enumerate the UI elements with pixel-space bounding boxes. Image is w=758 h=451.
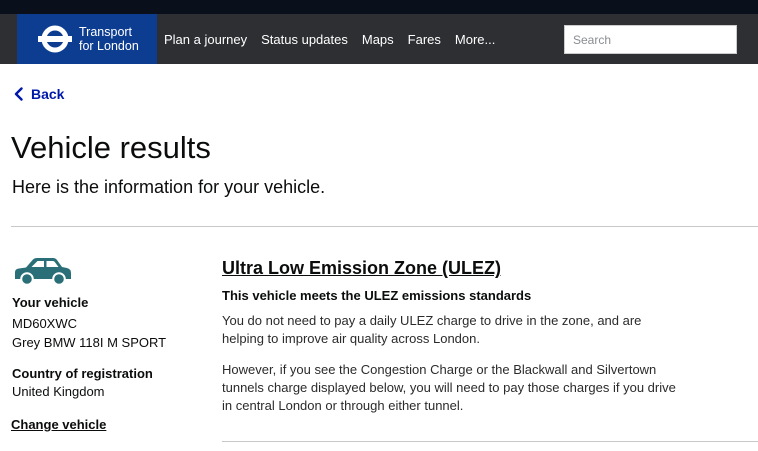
tfl-roundel-icon: [38, 25, 72, 53]
your-vehicle-heading: Your vehicle: [12, 295, 89, 310]
back-label: Back: [31, 86, 65, 102]
page-subtitle: Here is the information for your vehicle…: [12, 177, 326, 197]
page-title: Vehicle results: [11, 130, 211, 165]
brand-line-2: for London: [79, 39, 139, 53]
chevron-left-icon: [14, 87, 23, 101]
main-nav: Plan a journey Status updates Maps Fares…: [164, 14, 509, 64]
country-value: United Kingdom: [12, 384, 105, 399]
vehicle-registration: MD60XWC: [12, 316, 78, 331]
top-strip: [0, 0, 758, 14]
back-link[interactable]: Back: [14, 86, 64, 102]
brand-line-1: Transport: [79, 25, 133, 39]
nav-maps[interactable]: Maps: [362, 32, 394, 47]
ulez-info-paragraph: You do not need to pay a daily ULEZ char…: [222, 313, 642, 346]
vehicle-description: Grey BMW 118I M SPORT: [12, 335, 167, 350]
site-header: Transport for London Plan a journey Stat…: [0, 14, 758, 64]
car-icon: [15, 258, 71, 286]
ulez-status: This vehicle meets the ULEZ emissions st…: [222, 288, 532, 303]
ulez-heading-link[interactable]: Ultra Low Emission Zone (ULEZ): [222, 258, 501, 279]
nav-status-updates[interactable]: Status updates: [261, 32, 348, 47]
search-input[interactable]: [564, 25, 737, 54]
section-divider: [11, 226, 758, 227]
nav-plan-a-journey[interactable]: Plan a journey: [164, 32, 247, 47]
country-heading: Country of registration: [12, 366, 153, 381]
section-divider-bottom: [222, 441, 758, 442]
change-vehicle-link[interactable]: Change vehicle: [11, 417, 106, 432]
nav-more[interactable]: More...: [455, 32, 495, 47]
nav-fares[interactable]: Fares: [408, 32, 441, 47]
brand-name: Transport for London: [79, 25, 139, 53]
tfl-logo-link[interactable]: Transport for London: [17, 14, 157, 64]
charges-info-paragraph: However, if you see the Congestion Charg…: [222, 362, 676, 413]
